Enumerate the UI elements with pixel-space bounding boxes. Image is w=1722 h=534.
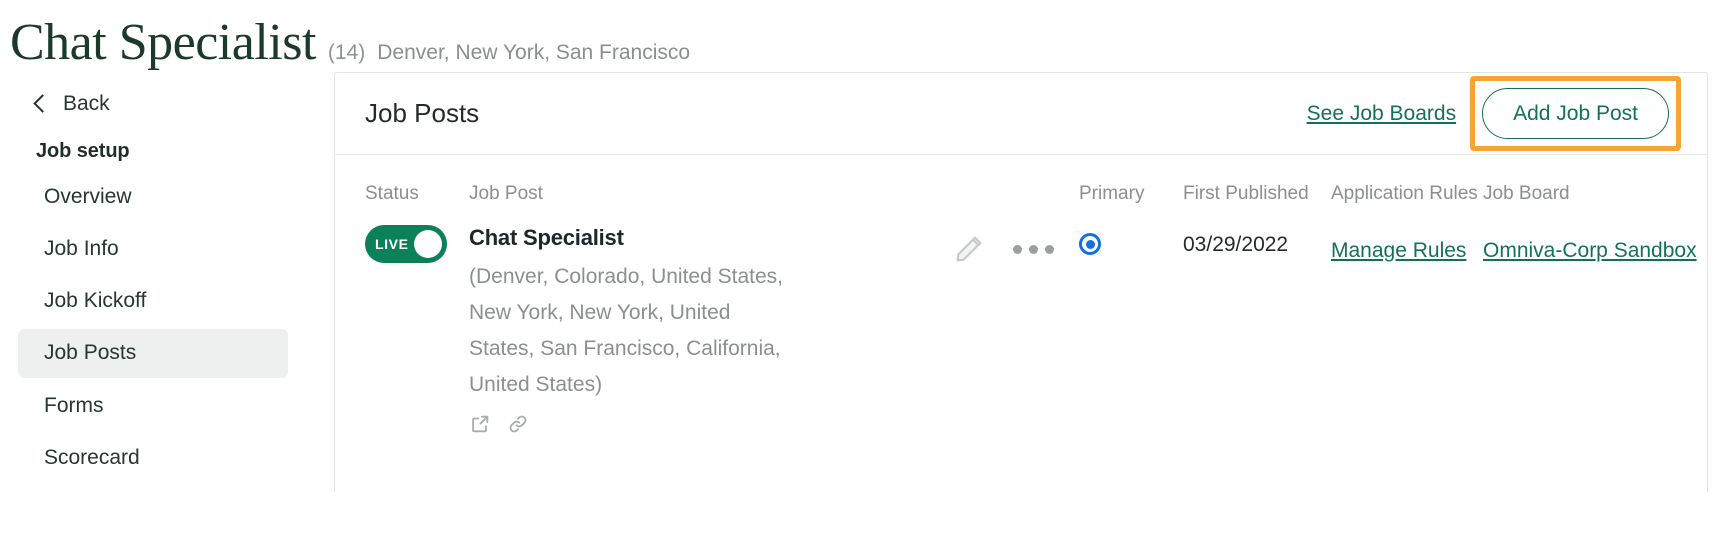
pencil-icon[interactable] xyxy=(953,233,985,265)
back-button[interactable]: Back xyxy=(10,86,300,122)
sidebar-item-job-posts[interactable]: Job Posts xyxy=(18,329,288,378)
column-header-primary: Primary xyxy=(1079,183,1145,204)
table-row: LIVE Chat Specialist (Denver, Colorado, … xyxy=(335,215,1707,445)
cell-status: LIVE xyxy=(365,225,469,263)
external-link-icon[interactable] xyxy=(469,413,491,435)
sidebar-item-label: Overview xyxy=(44,185,132,208)
primary-radio[interactable] xyxy=(1079,233,1101,255)
dot xyxy=(1045,244,1054,254)
page-header: Chat Specialist (14) Denver, New York, S… xyxy=(0,0,1722,72)
card-header: Job Posts See Job Boards Add Job Post xyxy=(335,73,1707,155)
back-label: Back xyxy=(63,92,110,115)
cell-primary xyxy=(1079,225,1183,255)
sidebar-group-title: Job setup xyxy=(36,140,130,162)
column-header-status: Status xyxy=(365,183,419,204)
sidebar-item-job-info[interactable]: Job Info xyxy=(18,225,288,273)
column-header-job-post: Job Post xyxy=(469,183,543,204)
table-header-row: Status Job Post Primary First Published … xyxy=(335,155,1707,215)
job-posts-table: Status Job Post Primary First Published … xyxy=(335,155,1707,445)
sidebar: Back Job setup Overview Job Info Job Kic… xyxy=(10,72,300,486)
ellipsis-icon[interactable] xyxy=(1013,244,1054,254)
sidebar-item-label: Job Posts xyxy=(44,341,137,365)
dot xyxy=(1013,244,1022,254)
link-icon[interactable] xyxy=(507,413,529,435)
sidebar-item-overview[interactable]: Overview xyxy=(18,173,288,221)
add-job-post-highlight: Add Job Post xyxy=(1470,76,1681,151)
job-locations: Denver, New York, San Francisco xyxy=(377,41,691,64)
card-title: Job Posts xyxy=(365,98,480,128)
job-posts-card: Job Posts See Job Boards Add Job Post St… xyxy=(334,72,1708,492)
column-header-first-published: First Published xyxy=(1183,183,1309,204)
sidebar-item-label: Job Kickoff xyxy=(44,289,147,313)
see-job-boards-link[interactable]: See Job Boards xyxy=(1307,102,1456,126)
sidebar-item-job-kickoff[interactable]: Job Kickoff xyxy=(18,277,288,325)
manage-rules-link[interactable]: Manage Rules xyxy=(1331,239,1466,262)
job-post-icon-row xyxy=(469,413,939,435)
page-title: Chat Specialist xyxy=(10,14,316,71)
job-count: (14) xyxy=(327,41,366,64)
sidebar-item-forms[interactable]: Forms xyxy=(18,382,288,430)
sidebar-item-label: Job Info xyxy=(44,237,119,261)
job-post-title[interactable]: Chat Specialist xyxy=(469,225,939,251)
sidebar-item-label: Forms xyxy=(44,393,104,417)
job-board-link[interactable]: Omniva-Corp Sandbox xyxy=(1483,239,1697,262)
primary-radio-inner xyxy=(1085,239,1095,249)
column-header-application-rules: Application Rules xyxy=(1331,183,1478,204)
cell-job-board: Omniva-Corp Sandbox xyxy=(1483,225,1697,269)
page-body: Back Job setup Overview Job Info Job Kic… xyxy=(0,72,1722,492)
card-actions: See Job Boards Add Job Post xyxy=(1307,76,1681,151)
job-post-locations: (Denver, Colorado, United States, New Yo… xyxy=(469,265,783,397)
add-job-post-button[interactable]: Add Job Post xyxy=(1482,88,1669,139)
chevron-left-icon xyxy=(33,94,52,113)
cell-job-post: Chat Specialist (Denver, Colorado, Unite… xyxy=(469,225,939,435)
column-header-job-board: Job Board xyxy=(1483,183,1570,204)
cell-application-rules: Manage Rules xyxy=(1331,225,1483,269)
cell-first-published: 03/29/2022 xyxy=(1183,233,1289,256)
status-toggle-label: LIVE xyxy=(375,236,409,252)
status-toggle[interactable]: LIVE xyxy=(365,225,447,263)
dot xyxy=(1029,244,1038,254)
status-toggle-knob xyxy=(414,230,442,258)
cell-row-actions xyxy=(939,225,1079,265)
sidebar-item-scorecard[interactable]: Scorecard xyxy=(18,434,288,482)
sidebar-item-label: Scorecard xyxy=(44,445,140,469)
